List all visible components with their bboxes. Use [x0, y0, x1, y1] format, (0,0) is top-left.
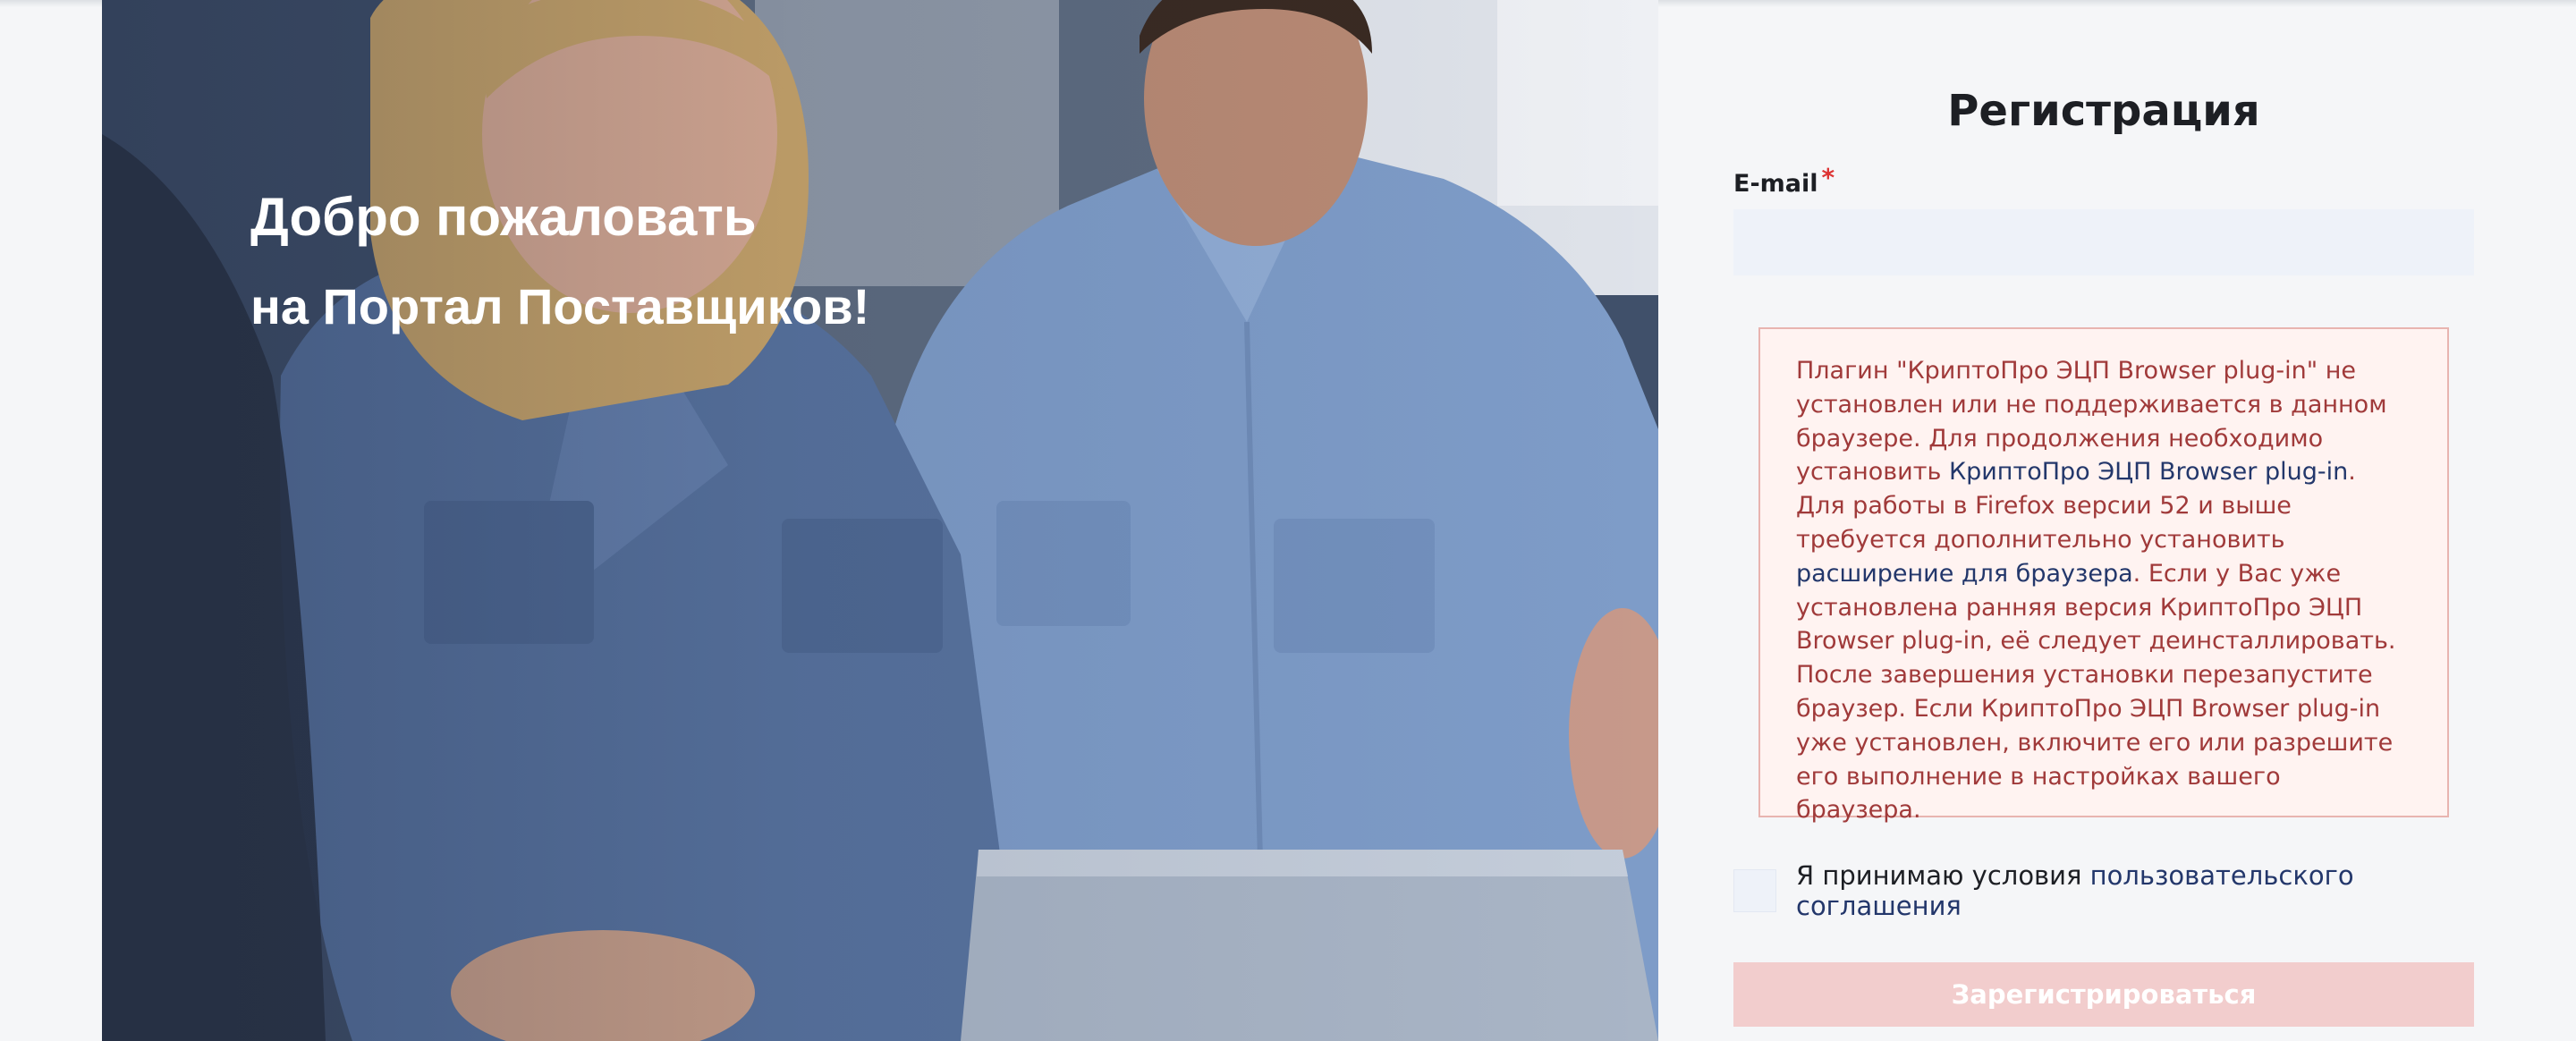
plugin-download-link[interactable]: КриптоПро ЭЦП Browser plug-in [1949, 458, 2348, 486]
terms-checkbox[interactable] [1733, 869, 1776, 912]
registration-form: Регистрация E-mail * Плагин "КриптоПро ЭЦ… [1733, 0, 2474, 1041]
register-button[interactable]: Зарегистрироваться [1733, 962, 2474, 1027]
email-label-text: E-mail [1733, 170, 1818, 198]
hero-banner: Добро пожаловать на Портал Поставщиков! [102, 0, 1658, 1041]
browser-extension-link[interactable]: расширение для браузера [1796, 560, 2133, 588]
plugin-warning-alert: Плагин "КриптоПро ЭЦП Browser plug-in" н… [1758, 327, 2449, 824]
welcome-title: Добро пожаловать [250, 187, 757, 247]
welcome-subtitle: на Портал Поставщиков! [250, 278, 870, 334]
registration-title: Регистрация [1947, 86, 2260, 136]
terms-row: Я принимаю условия пользовательского сог… [1733, 860, 2474, 921]
hero-overlay [102, 0, 1658, 1041]
terms-label: Я принимаю условия пользовательского сог… [1796, 860, 2474, 921]
required-asterisk: * [1821, 163, 1835, 192]
plugin-warning-text-3: . Если у Вас уже установлена ранняя верс… [1796, 559, 2396, 825]
email-input[interactable] [1733, 209, 2474, 275]
email-label: E-mail * [1733, 163, 1835, 198]
terms-label-text: Я принимаю условия [1796, 860, 2090, 891]
